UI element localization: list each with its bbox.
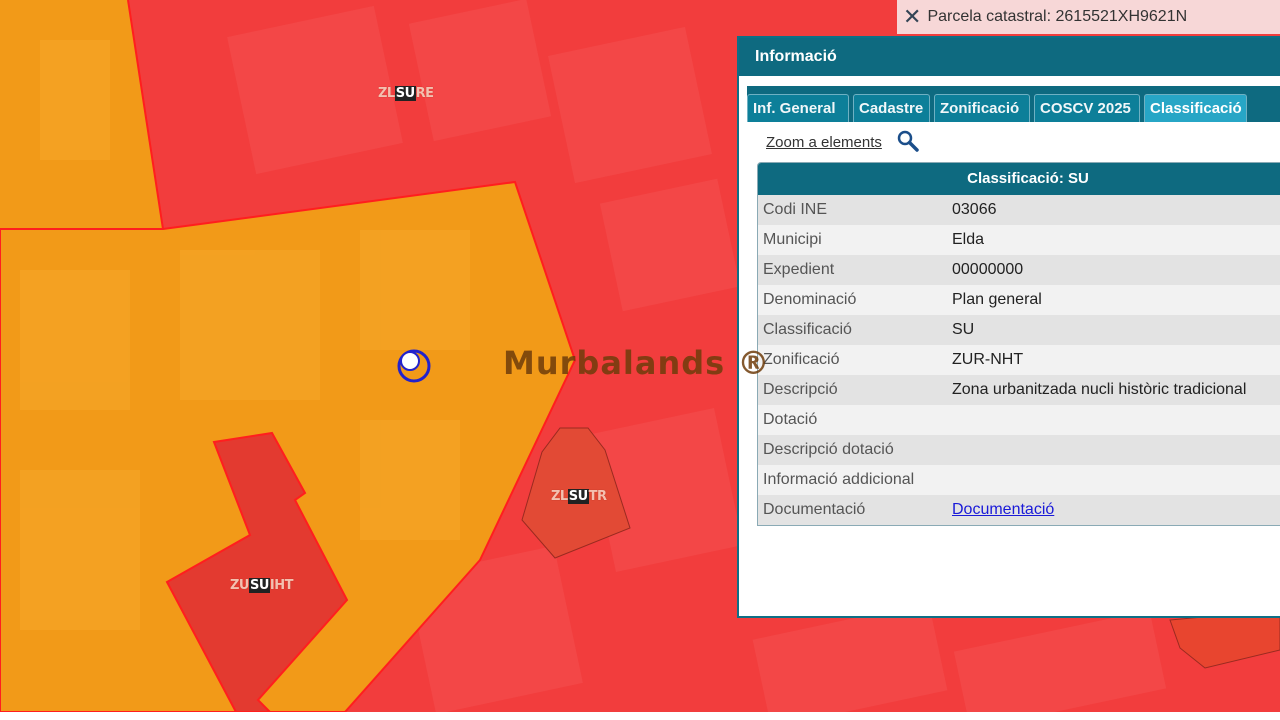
zone-label-right: TR xyxy=(588,489,607,504)
table-row: Classificació SU xyxy=(758,315,1280,345)
row-key: Municipi xyxy=(763,231,822,248)
table-row: Municipi Elda xyxy=(758,225,1280,255)
zone-label-mid: SU xyxy=(567,489,589,504)
tab-coscv-2025[interactable]: COSCV 2025 xyxy=(1034,94,1140,122)
row-key: Codi INE xyxy=(763,201,828,218)
table-row: Zonificació ZUR-NHT xyxy=(758,345,1280,375)
row-key: Denominació xyxy=(763,291,857,308)
table-row: Codi INE 03066 xyxy=(758,195,1280,225)
classification-table: Classificació: SU Codi INE 03066 Municipi E… xyxy=(757,162,1280,526)
row-value: SU xyxy=(952,321,975,338)
tab-inf-general[interactable]: Inf. General xyxy=(747,94,849,122)
row-key: Documentació xyxy=(763,501,866,518)
row-value: Zona urbanitzada nucli històric tradicio… xyxy=(952,381,1247,398)
tab-cadastre[interactable]: Cadastre xyxy=(853,94,930,122)
table-row: Denominació Plan general xyxy=(758,285,1280,315)
table-row: Documentació Documentació xyxy=(758,495,1280,525)
row-key: Descripció dotació xyxy=(763,441,894,458)
zone-label-zlsure: ZLSURE xyxy=(378,86,434,101)
tab-zonificacio[interactable]: Zonificació xyxy=(934,94,1030,122)
zone-label-left: ZL xyxy=(551,489,568,504)
zoom-to-elements-link[interactable]: Zoom a elements xyxy=(766,134,882,151)
zone-label-left: ZL xyxy=(378,86,395,101)
zone-label-mid: SU xyxy=(248,578,270,593)
row-key: Classificació xyxy=(763,321,852,338)
map-bottom-strip xyxy=(0,712,1280,720)
tab-classificacio[interactable]: Classificació xyxy=(1144,94,1247,122)
table-row: Dotació xyxy=(758,405,1280,435)
row-key: Descripció xyxy=(763,381,838,398)
table-rows: Codi INE 03066 Municipi Elda Expedient 000000… xyxy=(758,195,1280,525)
parcel-title: Parcela catastral: 2615521XH9621N xyxy=(927,8,1188,25)
classification-table-header: Classificació: SU xyxy=(758,163,1280,195)
row-key: Informació addicional xyxy=(763,471,915,488)
row-value: 03066 xyxy=(952,201,997,218)
table-row: Descripció dotació xyxy=(758,435,1280,465)
row-value: ZUR-NHT xyxy=(952,351,1024,368)
header-prefix: Classificació: xyxy=(967,170,1069,187)
zone-label-mid: SU xyxy=(394,86,416,101)
row-value: Elda xyxy=(952,231,985,248)
zone-label-zusuiht: ZUSUIHT xyxy=(230,578,294,593)
zone-label-zlsutr: ZLSUTR xyxy=(551,489,607,504)
zone-label-right: RE xyxy=(415,86,434,101)
row-value: Plan general xyxy=(952,291,1042,308)
zone-label-left: ZU xyxy=(230,578,249,593)
tab-bar: Inf. General Cadastre Zonificació COSCV … xyxy=(747,86,1280,122)
table-row: Expedient 00000000 xyxy=(758,255,1280,285)
info-panel-title: Informació xyxy=(739,38,1280,76)
close-icon[interactable]: ✕ xyxy=(903,6,921,28)
zone-label-right: IHT xyxy=(269,578,294,593)
table-row: Descripció Zona urbanitzada nucli històri… xyxy=(758,375,1280,405)
table-row: Informació addicional xyxy=(758,465,1280,495)
info-panel: Informació Inf. General Cadastre Zonific… xyxy=(737,36,1280,618)
row-key: Zonificació xyxy=(763,351,840,368)
row-key: Expedient xyxy=(763,261,835,278)
parcel-bar: ✕ Parcela catastral: 2615521XH9621N xyxy=(897,0,1280,34)
documentation-link[interactable]: Documentació xyxy=(952,501,1054,519)
header-value: SU xyxy=(1068,170,1089,187)
row-value: 00000000 xyxy=(952,261,1024,278)
watermark: Murbalands ® xyxy=(503,344,771,382)
search-icon[interactable] xyxy=(897,130,919,152)
row-key: Dotació xyxy=(763,411,818,428)
